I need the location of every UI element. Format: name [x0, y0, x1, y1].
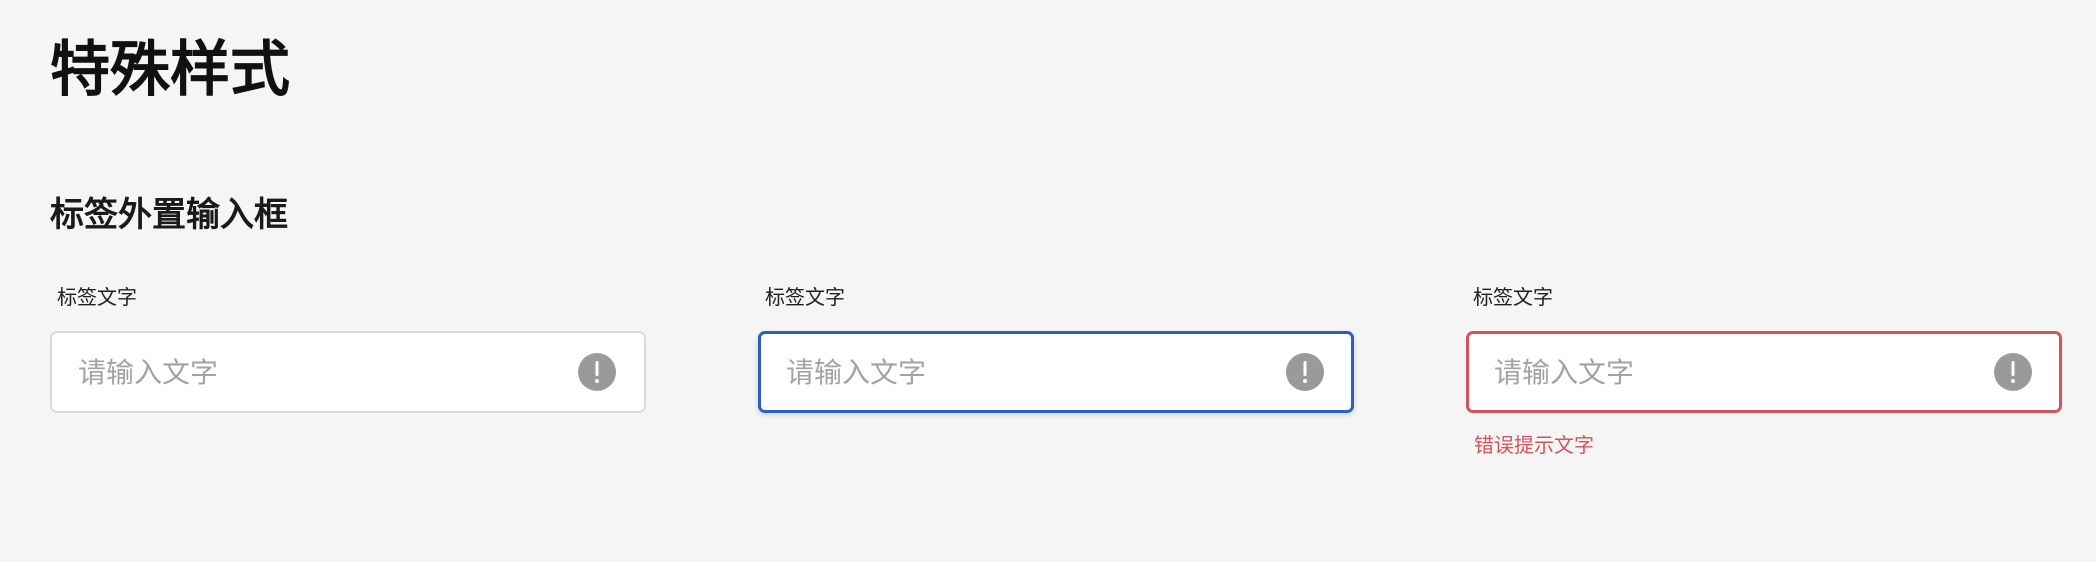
field-label: 标签文字 — [57, 285, 137, 309]
alert-icon — [578, 353, 616, 391]
page-title: 特殊样式 — [50, 35, 290, 105]
input-box-default[interactable] — [50, 331, 646, 413]
text-field-focused: 标签文字 — [758, 282, 1354, 413]
alert-icon — [1286, 353, 1324, 391]
text-field-default: 标签文字 — [50, 282, 646, 413]
text-input[interactable] — [78, 352, 578, 392]
text-input[interactable] — [1494, 352, 1994, 392]
input-box-focused[interactable] — [758, 331, 1354, 413]
section-title: 标签外置输入框 — [50, 195, 288, 235]
text-input[interactable] — [786, 352, 1286, 392]
text-field-error: 标签文字 错误提示文字 — [1466, 282, 2062, 457]
error-message: 错误提示文字 — [1474, 433, 1594, 457]
field-label: 标签文字 — [1473, 285, 1553, 309]
input-box-error[interactable] — [1466, 331, 2062, 413]
alert-icon — [1994, 353, 2032, 391]
field-label: 标签文字 — [765, 285, 845, 309]
